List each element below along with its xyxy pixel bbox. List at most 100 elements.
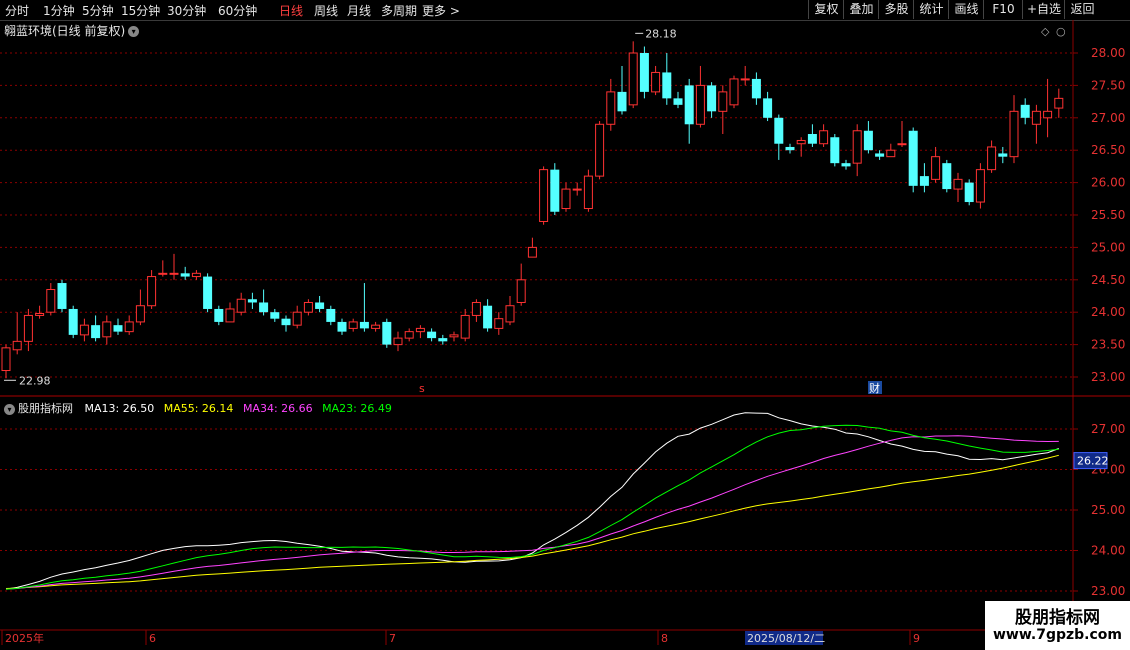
period-tab-7[interactable]: 周线 <box>314 2 338 19</box>
candle-body-down <box>359 321 369 329</box>
candle-body-down <box>785 146 795 151</box>
ma55-label: MA55: 26.14 <box>163 402 234 415</box>
candle-body-down <box>68 308 78 335</box>
toolbar-button-0[interactable]: 复权 <box>808 0 844 19</box>
candle-body-down <box>684 85 694 125</box>
period-tab-5[interactable]: 60分钟 <box>218 2 257 19</box>
candle-body-up <box>236 298 246 313</box>
period-tab-2[interactable]: 5分钟 <box>82 2 114 19</box>
candle-body-up <box>1043 110 1053 119</box>
date-axis-month: 9 <box>913 632 920 645</box>
candle-body-down <box>326 308 336 322</box>
toolbar-button-5[interactable]: F10 <box>983 0 1023 19</box>
period-tab-3[interactable]: 15分钟 <box>121 2 160 19</box>
price-axis-label: 26.00 <box>1091 176 1125 190</box>
period-toolbar: 分时 1分钟 5分钟 15分钟 30分钟 60分钟 日线 周线 月线 多周期 更多 > 复权 叠加 多股… <box>0 0 1130 21</box>
current-value-box <box>1073 452 1108 470</box>
candle-body-down <box>751 78 761 99</box>
candle-body-down <box>662 72 672 99</box>
candle-body-up <box>404 331 414 339</box>
period-tab-4[interactable]: 30分钟 <box>167 2 206 19</box>
candle-body-down <box>337 321 347 332</box>
candle-body-up <box>897 143 907 146</box>
price-axis-label: 27.00 <box>1091 111 1125 125</box>
candle-body-up <box>1 347 11 372</box>
indicator-legend: ▾ 股朋指标网 MA13: 26.50 MA55: 26.14 MA34: 26.… <box>4 400 398 416</box>
candle-body-down <box>763 98 773 118</box>
date-axis-month: 7 <box>389 632 396 645</box>
period-tab-0[interactable]: 分时 <box>5 2 29 19</box>
indicator-axis-label: 25.00 <box>1091 503 1125 517</box>
watermark-url: www.7gpzb.com <box>992 627 1122 643</box>
candle-body-down <box>270 312 280 319</box>
high-price-label: 28.18 <box>645 27 677 40</box>
period-tab-9[interactable]: 多周期 <box>381 2 417 19</box>
candle-body-up <box>415 327 425 333</box>
candle-body-up <box>1009 110 1019 158</box>
candle-body-down <box>617 91 627 112</box>
stock-title-text: 翱蓝环境(日线 前复权) <box>4 24 126 38</box>
toolbar-button-4[interactable]: 画线 <box>948 0 984 19</box>
candle-body-down <box>707 85 717 112</box>
candle-body-down <box>57 283 67 309</box>
candle-body-up <box>628 52 638 106</box>
candle-body-up <box>539 169 549 222</box>
candle-body-up <box>1031 110 1041 125</box>
toolbar-button-6[interactable]: +自选 <box>1022 0 1065 19</box>
candle-body-up <box>460 314 470 339</box>
candle-body-up <box>12 340 22 351</box>
candle-body-down <box>427 331 437 339</box>
date-axis-year: 2025年 <box>5 631 44 645</box>
candle-body-up <box>23 314 33 342</box>
ma34-label: MA34: 26.66 <box>242 402 313 415</box>
candle-body-down <box>382 321 392 345</box>
candle-body-up <box>740 78 750 81</box>
candle-body-down <box>259 302 269 313</box>
candle-body-up <box>225 308 235 323</box>
circle-icon: ○ <box>1056 25 1066 38</box>
toolbar-button-2[interactable]: 多股 <box>878 0 914 19</box>
candle-body-up <box>595 123 605 177</box>
candle-body-down <box>673 98 683 105</box>
candle-body-down <box>807 134 817 144</box>
toolbar-button-7[interactable]: 返回 <box>1064 0 1100 19</box>
cursor-date-label: 2025/08/12/二 <box>747 632 825 645</box>
candle-body-up <box>102 321 112 338</box>
event-marker-cai: 财 <box>869 381 880 395</box>
ma23-label: MA23: 26.49 <box>322 402 392 415</box>
candle-body-up <box>292 311 302 326</box>
period-tab-1[interactable]: 1分钟 <box>43 2 75 19</box>
candle-body-up <box>393 337 403 346</box>
candle-body-up <box>158 272 168 275</box>
candle-body-down <box>438 338 448 342</box>
event-marker-cai-bg <box>868 381 882 394</box>
candle-body-up <box>449 334 459 338</box>
candle-body-up <box>471 301 481 316</box>
period-tab-6[interactable]: 日线 <box>279 2 303 19</box>
low-price-label: 22.98 <box>19 374 51 387</box>
price-axis-label: 27.50 <box>1091 78 1125 92</box>
candle-body-down <box>998 153 1008 157</box>
candle-body-down <box>247 299 257 303</box>
chevron-down-icon[interactable]: ▾ <box>128 26 140 37</box>
candle-body-up <box>987 146 997 171</box>
toolbar-button-3[interactable]: 统计 <box>913 0 949 19</box>
toolbar-button-1[interactable]: 叠加 <box>843 0 879 19</box>
candle-body-up <box>79 324 89 336</box>
candle-body-up <box>505 305 515 323</box>
date-axis-month: 6 <box>149 632 156 645</box>
watermark: 股朋指标网 www.7gpzb.com <box>985 601 1130 650</box>
period-tab-10[interactable]: 更多 > <box>422 2 460 19</box>
candle-body-up <box>191 272 201 278</box>
candle-body-down <box>214 308 224 322</box>
period-tab-8[interactable]: 月线 <box>347 2 371 19</box>
candle-body-up <box>135 305 145 323</box>
candle-body-up <box>931 156 941 180</box>
candle-body-down <box>91 325 101 339</box>
settings-circle-icon[interactable]: ▾ <box>4 403 15 415</box>
watermark-title: 股朋指标网 <box>1015 608 1100 628</box>
date-axis-month: 8 <box>661 632 668 645</box>
candle-body-down <box>550 169 560 212</box>
candle-body-down <box>281 318 291 326</box>
price-axis-label: 24.50 <box>1091 273 1125 287</box>
